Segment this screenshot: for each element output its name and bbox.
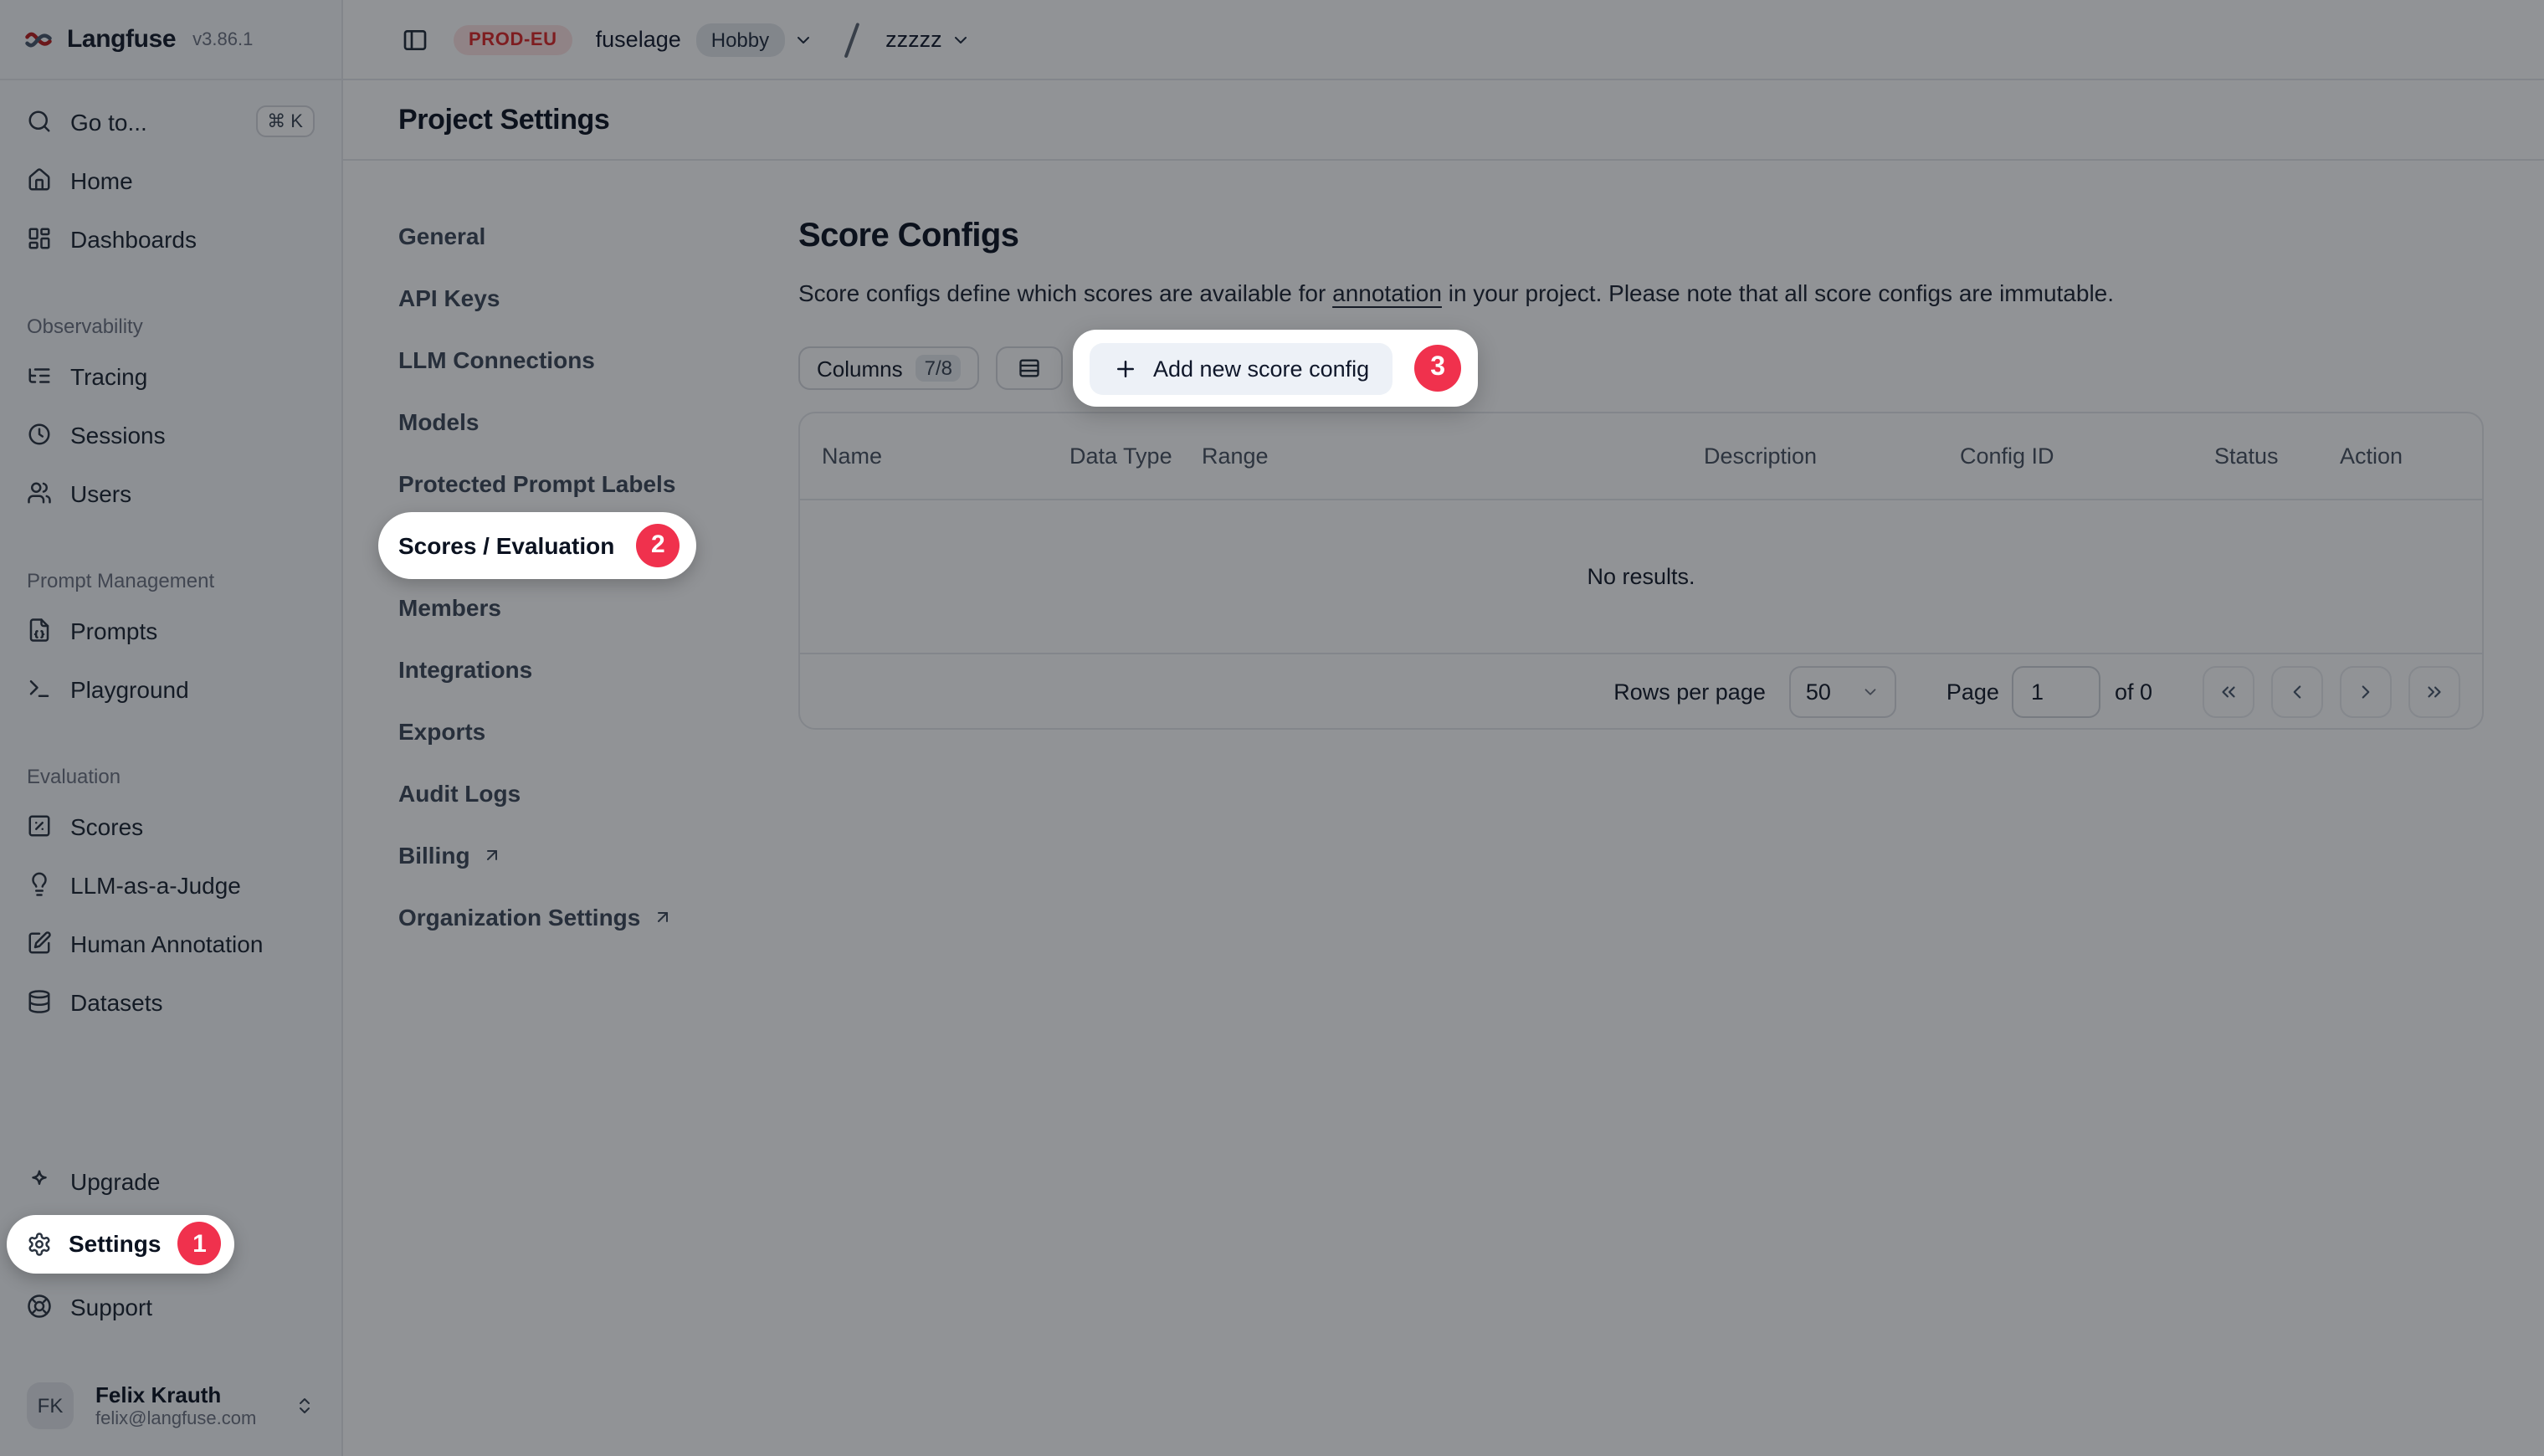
step-badge-2: 2 [636, 523, 680, 567]
sidebar-item-settings[interactable]: Settings 1 [7, 1214, 234, 1273]
add-score-config-label: Add new score config [1153, 356, 1369, 381]
step-badge-3: 3 [1414, 345, 1461, 392]
plus-icon [1113, 356, 1138, 381]
settings-nav-label: Scores / Evaluation [398, 531, 614, 558]
app-window: Langfuse v3.86.1 Go to... ⌘ K Home Dashb… [0, 0, 2544, 1456]
sidebar-item-label: Settings [69, 1230, 161, 1257]
step-badge-1: 1 [177, 1222, 221, 1265]
tutorial-dim-overlay [0, 0, 2544, 1456]
add-score-config-button[interactable]: Add new score config [1090, 342, 1393, 394]
gear-icon [27, 1231, 52, 1256]
settings-nav-scores-evaluation[interactable]: Scores / Evaluation 2 [378, 511, 696, 578]
tutorial-callout: Add new score config 3 [1073, 330, 1478, 407]
